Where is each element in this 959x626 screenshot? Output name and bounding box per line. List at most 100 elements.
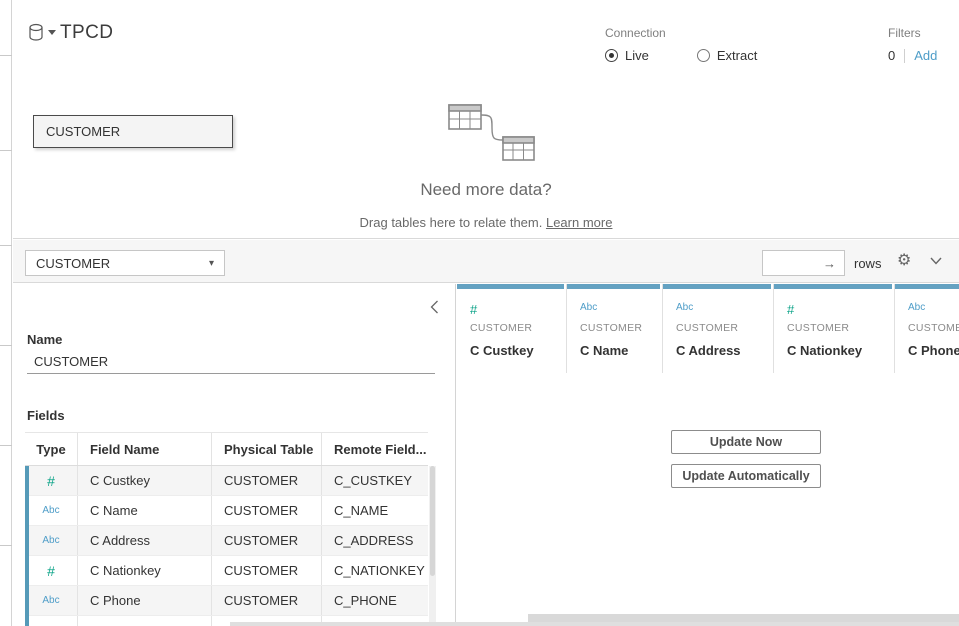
filters-section: Filters 0 Add <box>888 26 937 63</box>
field-name-cell: C Name <box>78 496 212 525</box>
divider <box>904 49 905 63</box>
empty-state-hint-text: Drag tables here to relate them. <box>360 215 546 230</box>
remote-field-cell: C_PHONE <box>322 586 428 615</box>
connection-live-radio[interactable]: Live <box>605 48 649 63</box>
rows-count-input[interactable]: → <box>762 250 845 276</box>
column-field-name: C Nationkey <box>787 343 894 358</box>
update-now-button[interactable]: Update Now <box>671 430 821 454</box>
column-type-icon: Abc <box>676 302 773 318</box>
splitter-notch <box>0 55 12 56</box>
field-type-icon: # <box>47 563 55 579</box>
window-bottom-scroll-strip[interactable] <box>230 622 959 626</box>
data-grid-hscrollbar[interactable] <box>457 613 959 622</box>
field-name-cell: C Address <box>78 526 212 555</box>
dropdown-caret-icon: ▾ <box>209 258 214 269</box>
connection-extract-radio[interactable]: Extract <box>697 48 757 63</box>
chevron-down-icon[interactable] <box>930 257 942 265</box>
remote-field-cell: C_CUSTKEY <box>322 466 428 495</box>
field-row[interactable]: Abc C Name CUSTOMER C_NAME <box>25 496 428 526</box>
fields-table-scrollbar[interactable] <box>429 466 436 626</box>
tableau-datasource-page: TPCD Connection Live Extract Filters 0 A… <box>0 0 959 626</box>
hscrollbar-thumb[interactable] <box>528 614 959 622</box>
field-row[interactable]: Abc C Phone CUSTOMER C_PHONE <box>25 586 428 616</box>
grid-column-header[interactable]: Abc CUSTOMER C Phone <box>895 284 959 373</box>
data-grid-header-row: # CUSTOMER C Custkey Abc CUSTOMER C Name… <box>457 284 959 373</box>
column-table-name: CUSTOMER <box>787 322 894 334</box>
column-type-icon: Abc <box>580 302 662 318</box>
collapse-panel-icon[interactable] <box>430 300 439 314</box>
grid-column-header[interactable]: # CUSTOMER C Custkey <box>457 284 567 373</box>
grid-toolbar: CUSTOMER ▾ → rows ⚙ <box>13 240 959 283</box>
update-automatically-button[interactable]: Update Automatically <box>671 464 821 488</box>
field-row[interactable]: # C Custkey CUSTOMER C_CUSTKEY <box>25 466 428 496</box>
grid-column-header[interactable]: Abc CUSTOMER C Address <box>663 284 774 373</box>
column-table-name: CUSTOMER <box>676 322 773 334</box>
scrollbar-thumb[interactable] <box>430 466 435 576</box>
datasource-title: TPCD <box>60 22 113 44</box>
relationship-canvas: CUSTOMER Need more data? <box>13 90 959 239</box>
remote-field-cell: C_NATIONKEY <box>322 556 428 585</box>
table-name-input[interactable]: CUSTOMER <box>27 350 435 374</box>
relate-tables-illustration <box>425 93 565 173</box>
field-name-cell: C Nationkey <box>78 556 212 585</box>
name-label: Name <box>27 332 62 347</box>
column-table-name: CUSTOMER <box>908 322 959 334</box>
physical-table-cell: CUSTOMER <box>212 496 322 525</box>
col-header-type[interactable]: Type <box>25 433 78 465</box>
splitter-notch <box>0 445 12 446</box>
empty-state-hint: Drag tables here to relate them. Learn m… <box>13 215 959 230</box>
database-menu-button[interactable] <box>28 23 56 42</box>
splitter-notch <box>0 245 12 246</box>
empty-state-title: Need more data? <box>13 180 959 200</box>
fields-table: Type Field Name Physical Table Remote Fi… <box>25 432 428 626</box>
gear-icon[interactable]: ⚙ <box>897 253 911 269</box>
field-row[interactable]: # C Nationkey CUSTOMER C_NATIONKEY <box>25 556 428 586</box>
column-field-name: C Phone <box>908 343 959 358</box>
canvas-table-customer[interactable]: CUSTOMER <box>33 115 233 148</box>
field-properties-panel: Name CUSTOMER Fields Type Field Name Phy… <box>13 284 456 626</box>
selected-rows-strip <box>25 466 29 626</box>
field-name-cell: C Custkey <box>78 466 212 495</box>
left-pane-splitter[interactable] <box>0 0 12 626</box>
rows-label: rows <box>854 256 881 271</box>
field-type-icon: Abc <box>42 505 59 516</box>
remote-field-cell: C_ADDRESS <box>322 526 428 555</box>
radio-label: Live <box>625 48 649 63</box>
connection-label: Connection <box>605 26 757 40</box>
physical-table-cell: CUSTOMER <box>212 526 322 555</box>
data-grid-panel: # CUSTOMER C Custkey Abc CUSTOMER C Name… <box>457 284 959 626</box>
splitter-notch <box>0 150 12 151</box>
splitter-notch <box>0 345 12 346</box>
radio-dot-icon <box>605 49 618 62</box>
field-row[interactable]: Abc C Address CUSTOMER C_ADDRESS <box>25 526 428 556</box>
filters-label: Filters <box>888 26 937 40</box>
column-field-name: C Address <box>676 343 773 358</box>
field-type-icon: Abc <box>42 535 59 546</box>
col-header-physical-table[interactable]: Physical Table <box>212 433 322 465</box>
add-filter-link[interactable]: Add <box>914 48 937 63</box>
column-field-name: C Custkey <box>470 343 566 358</box>
grid-column-header[interactable]: Abc CUSTOMER C Name <box>567 284 663 373</box>
filters-count: 0 <box>888 48 895 63</box>
col-header-field-name[interactable]: Field Name <box>78 433 212 465</box>
column-type-icon: # <box>470 302 566 318</box>
column-type-icon: # <box>787 302 894 318</box>
fields-table-header: Type Field Name Physical Table Remote Fi… <box>25 432 428 466</box>
col-header-remote-field[interactable]: Remote Field... <box>322 433 428 465</box>
connection-section: Connection Live Extract <box>605 26 757 63</box>
table-select-value: CUSTOMER <box>36 256 110 271</box>
table-select-dropdown[interactable]: CUSTOMER ▾ <box>25 250 225 276</box>
datasource-header: TPCD Connection Live Extract Filters 0 A… <box>13 0 959 90</box>
grid-column-header[interactable]: # CUSTOMER C Nationkey <box>774 284 895 373</box>
arrow-right-icon: → <box>823 256 836 271</box>
database-icon <box>28 23 45 42</box>
column-table-name: CUSTOMER <box>470 322 566 334</box>
physical-table-cell: CUSTOMER <box>212 466 322 495</box>
splitter-notch <box>0 545 12 546</box>
column-field-name: C Name <box>580 343 662 358</box>
fields-label: Fields <box>27 408 65 423</box>
caret-down-icon <box>48 30 56 35</box>
learn-more-link[interactable]: Learn more <box>546 215 612 230</box>
field-type-icon: Abc <box>42 595 59 606</box>
physical-table-cell: CUSTOMER <box>212 586 322 615</box>
